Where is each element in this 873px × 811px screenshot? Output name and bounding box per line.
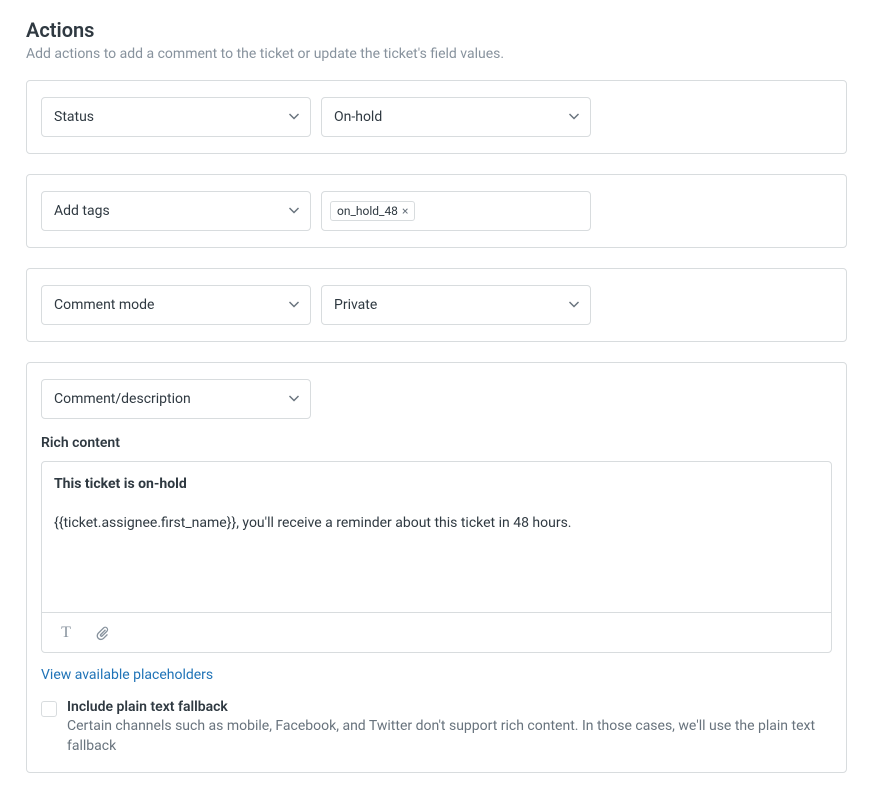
tag-chip: on_hold_48 × <box>330 201 415 221</box>
editor-body[interactable]: This ticket is on-hold {{ticket.assignee… <box>42 462 831 612</box>
comment-mode-field-label: Comment mode <box>54 297 154 313</box>
comment-field-select[interactable]: Comment/description <box>41 379 311 419</box>
status-value-label: On-hold <box>334 109 382 125</box>
text-format-icon[interactable]: T <box>56 623 76 643</box>
tags-value-input[interactable]: on_hold_48 × <box>321 191 591 231</box>
comment-mode-value-select[interactable]: Private <box>321 285 591 325</box>
chevron-down-icon <box>568 299 580 311</box>
fallback-checkbox[interactable] <box>41 701 57 717</box>
section-title: Actions <box>26 18 847 42</box>
tags-field-select[interactable]: Add tags <box>41 191 311 231</box>
chevron-down-icon <box>568 111 580 123</box>
status-field-select[interactable]: Status <box>41 97 311 137</box>
comment-mode-field-select[interactable]: Comment mode <box>41 285 311 325</box>
action-card-status: Status On-hold <box>26 80 847 154</box>
status-field-label: Status <box>54 109 94 125</box>
editor-toolbar: T <box>42 612 831 652</box>
status-value-select[interactable]: On-hold <box>321 97 591 137</box>
view-placeholders-link[interactable]: View available placeholders <box>41 667 213 683</box>
fallback-label: Include plain text fallback <box>67 699 832 715</box>
rich-content-label: Rich content <box>41 435 832 451</box>
section-description: Add actions to add a comment to the tick… <box>26 46 847 62</box>
attachment-icon[interactable] <box>92 623 112 643</box>
chevron-down-icon <box>288 205 300 217</box>
fallback-help: Certain channels such as mobile, Faceboo… <box>67 717 832 756</box>
action-card-tags: Add tags on_hold_48 × <box>26 174 847 248</box>
action-card-comment-mode: Comment mode Private <box>26 268 847 342</box>
chevron-down-icon <box>288 111 300 123</box>
rich-text-editor: This ticket is on-hold {{ticket.assignee… <box>41 461 832 653</box>
actions-section: Actions Add actions to add a comment to … <box>26 18 847 773</box>
comment-field-label: Comment/description <box>54 391 191 407</box>
chevron-down-icon <box>288 393 300 405</box>
tags-field-label: Add tags <box>54 203 110 219</box>
action-card-comment: Comment/description Rich content This ti… <box>26 362 847 773</box>
editor-text-line: {{ticket.assignee.first_name}}, you'll r… <box>54 513 819 534</box>
editor-bold-line: This ticket is on-hold <box>54 474 819 495</box>
close-icon[interactable]: × <box>402 205 408 217</box>
tag-chip-label: on_hold_48 <box>337 204 398 218</box>
comment-mode-value-label: Private <box>334 297 377 313</box>
chevron-down-icon <box>288 299 300 311</box>
fallback-checkbox-row: Include plain text fallback Certain chan… <box>41 699 832 756</box>
